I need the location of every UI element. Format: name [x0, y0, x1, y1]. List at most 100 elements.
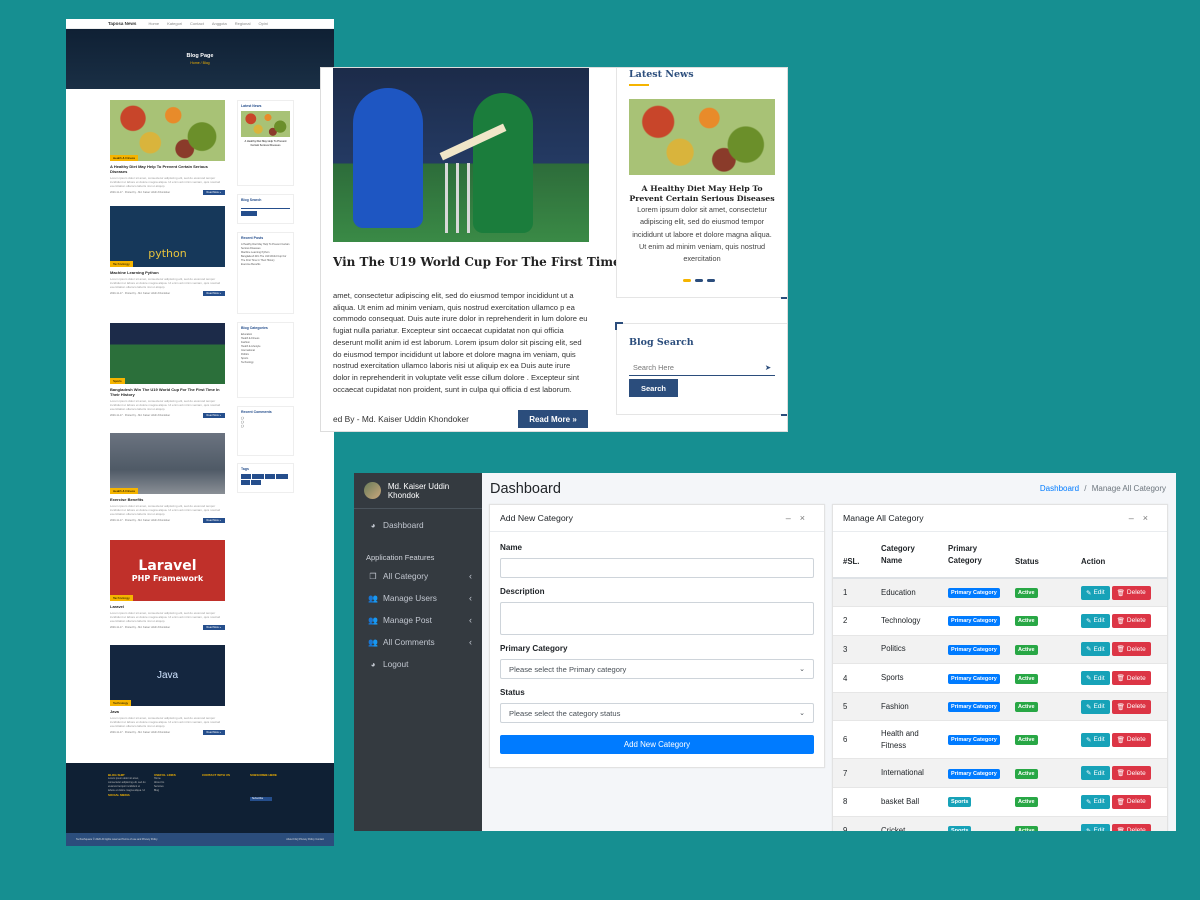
post-title[interactable]: A Healthy Diet May Help To Prevent Certa… — [110, 164, 225, 174]
edit-button[interactable]: ✎Edit — [1081, 642, 1110, 657]
tag-chip[interactable] — [276, 474, 288, 479]
delete-button[interactable]: 🗑Delete — [1111, 766, 1151, 781]
delete-button[interactable]: 🗑Delete — [1111, 671, 1151, 686]
post-title[interactable]: Exercise Benefits — [110, 497, 225, 502]
search-button[interactable]: Search — [629, 379, 678, 397]
post-tag[interactable]: Technology — [110, 261, 133, 267]
edit-button[interactable]: ✎Edit — [1081, 794, 1110, 809]
sidebar-item-dashboard[interactable]: ◕ Dashboard — [368, 520, 472, 530]
post-title[interactable]: Laravel — [110, 604, 225, 609]
delete-button[interactable]: 🗑Delete — [1111, 794, 1151, 809]
status-select[interactable]: Please select the category status ⌄ — [500, 703, 814, 723]
post-title[interactable]: Java — [110, 709, 225, 714]
carousel-dot[interactable] — [683, 279, 691, 282]
bottom-links[interactable]: About FAQ Privacy Policy Contact — [286, 838, 324, 841]
read-more-button[interactable]: Read More » — [518, 410, 588, 428]
subscribe-button[interactable]: Subscribe — [250, 797, 272, 801]
hero-breadcrumb[interactable]: Home / Blog — [190, 61, 209, 65]
widget-image[interactable] — [241, 111, 290, 137]
pencil-icon: ✎ — [1086, 617, 1092, 625]
nav-link[interactable]: Anggota — [212, 21, 227, 26]
collapse-icon[interactable]: – — [1129, 513, 1143, 523]
primary-category-select[interactable]: Please select the Primary category ⌄ — [500, 659, 814, 679]
recent-post-item[interactable]: Exercise Benefits — [241, 263, 290, 267]
post-tag[interactable]: Technology — [110, 700, 132, 706]
widget-search-button[interactable] — [241, 211, 257, 216]
sidebar-item-manage-post[interactable]: 👥 Manage Post ‹ — [368, 615, 472, 625]
post-title[interactable]: Bangladesh Win The U19 World Cup For The… — [110, 387, 225, 397]
category-link[interactable]: Technology — [241, 361, 290, 365]
delete-button[interactable]: 🗑Delete — [1111, 613, 1151, 628]
nav-link[interactable]: Regional — [235, 21, 251, 26]
read-more-button[interactable]: Read More » — [202, 730, 225, 735]
tag-chip[interactable] — [252, 474, 264, 479]
search-input[interactable]: Search Here ➤ — [629, 360, 775, 376]
latest-news-image[interactable] — [629, 99, 775, 175]
post-image-cricket[interactable]: Sports — [110, 323, 225, 384]
edit-button[interactable]: ✎Edit — [1081, 823, 1110, 831]
latest-news-title[interactable]: A Healthy Diet May Help To Prevent Certa… — [629, 184, 775, 204]
post-image-laravel[interactable]: Laravel PHP Framework Technology — [110, 540, 225, 601]
read-more-button[interactable]: Read More » — [202, 625, 225, 630]
widget-search-input[interactable] — [241, 205, 290, 209]
nav-link[interactable]: Contact — [190, 21, 204, 26]
collapse-icon[interactable]: – — [786, 513, 800, 523]
tag-chip[interactable] — [265, 474, 275, 479]
sidebar-item-all-comments[interactable]: 👥 All Comments ‹ — [368, 637, 472, 647]
post-tag[interactable]: Technology — [110, 595, 133, 601]
read-more-button[interactable]: Read More » — [202, 291, 225, 296]
delete-button[interactable]: 🗑Delete — [1111, 699, 1151, 714]
tag-chip[interactable] — [241, 480, 250, 485]
read-more-button[interactable]: Read More » — [202, 190, 225, 195]
delete-button[interactable]: 🗑Delete — [1111, 732, 1151, 747]
delete-button[interactable]: 🗑Delete — [1111, 642, 1151, 657]
footer-link[interactable]: Blog — [154, 789, 176, 793]
read-more-button[interactable]: Read More » — [202, 518, 225, 523]
sidebar-item-label: Manage Users — [383, 593, 437, 603]
edit-button[interactable]: ✎Edit — [1081, 585, 1110, 600]
carousel-dot[interactable] — [695, 279, 703, 282]
carousel-dots[interactable] — [683, 279, 715, 282]
post-title[interactable]: Machine Learning Python — [110, 270, 225, 275]
recent-post-item[interactable]: Bangladesh Win The U19 World Cup For The… — [241, 255, 290, 263]
sidebar-item-logout[interactable]: ◕ Logout — [368, 659, 472, 669]
cell-primary: Primary Category — [938, 663, 1005, 693]
nav-link[interactable]: Opini — [259, 21, 268, 26]
carousel-dot[interactable] — [707, 279, 715, 282]
edit-button[interactable]: ✎Edit — [1081, 613, 1110, 628]
edit-button[interactable]: ✎Edit — [1081, 671, 1110, 686]
close-icon[interactable]: × — [800, 513, 814, 523]
delete-button[interactable]: 🗑Delete — [1111, 585, 1151, 600]
edit-button[interactable]: ✎Edit — [1081, 732, 1110, 747]
sidebar-user[interactable]: Md. Kaiser Uddin Khondok — [354, 473, 482, 509]
send-icon[interactable]: ➤ — [765, 363, 771, 372]
edit-button[interactable]: ✎Edit — [1081, 766, 1110, 781]
breadcrumb: Dashboard / Manage All Category — [1040, 484, 1166, 493]
blog-brand[interactable]: Taposa News — [108, 21, 136, 26]
name-field[interactable] — [500, 558, 814, 578]
nav-link[interactable]: Kategori — [167, 21, 182, 26]
post-image-gym[interactable]: Health & Fitness — [110, 433, 225, 494]
close-icon[interactable]: × — [1143, 513, 1157, 523]
widget-post-title[interactable]: A Healthy Diet May Help To Prevent Certa… — [241, 140, 290, 148]
tag-chip[interactable] — [251, 480, 261, 485]
read-more-button[interactable]: Read More » — [202, 413, 225, 418]
status-badge: Active — [1015, 702, 1038, 713]
post-image-java[interactable]: Java Technology — [110, 645, 225, 706]
post-image-food[interactable]: Health & Fitness — [110, 100, 225, 161]
post-image-python[interactable]: python Technology — [110, 206, 225, 267]
post-tag[interactable]: Health & Fitness — [110, 155, 139, 161]
sidebar-item-manage-users[interactable]: 👥 Manage Users ‹ — [368, 593, 472, 603]
breadcrumb-link[interactable]: Dashboard — [1040, 484, 1079, 493]
delete-button[interactable]: 🗑Delete — [1111, 823, 1151, 831]
add-category-button[interactable]: Add New Category — [500, 735, 814, 754]
post-tag[interactable]: Sports — [110, 378, 125, 384]
edit-label: Edit — [1093, 798, 1105, 806]
recent-post-item[interactable]: A Healthy Diet May Help To Prevent Certa… — [241, 243, 290, 251]
description-field[interactable] — [500, 602, 814, 635]
edit-button[interactable]: ✎Edit — [1081, 699, 1110, 714]
sidebar-item-all-category[interactable]: ❐ All Category ‹ — [368, 571, 472, 581]
post-tag[interactable]: Health & Fitness — [110, 488, 139, 494]
nav-link[interactable]: Home — [148, 21, 159, 26]
tag-chip[interactable] — [241, 474, 251, 479]
